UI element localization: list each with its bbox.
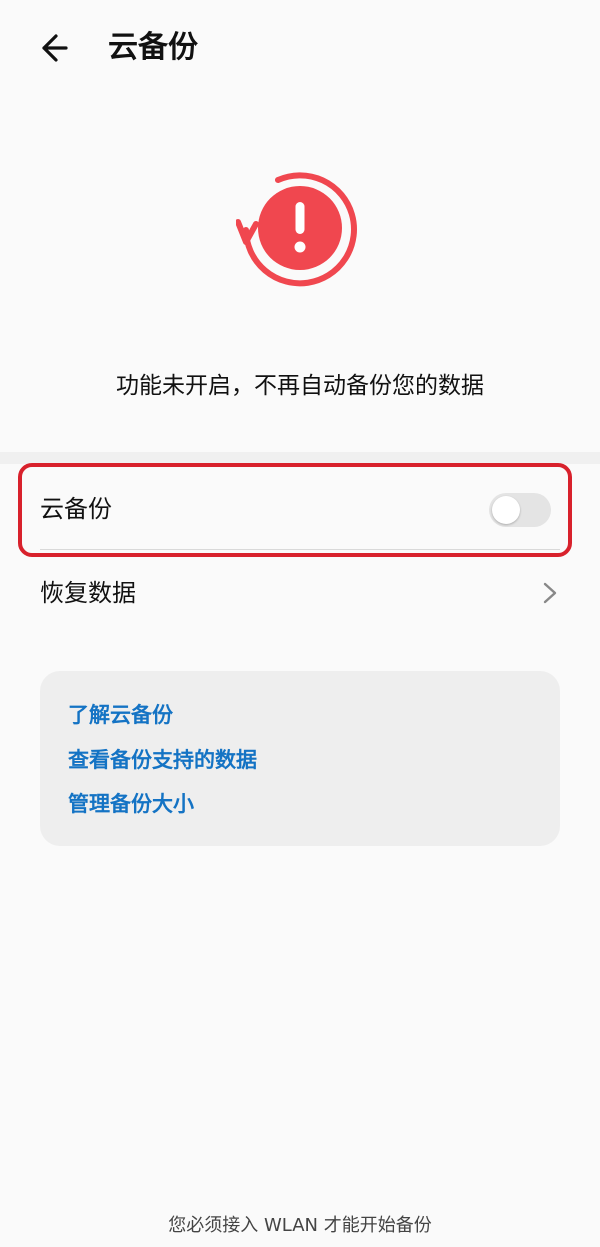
back-arrow-icon[interactable] xyxy=(36,28,80,68)
exclamation-sync-icon xyxy=(236,172,357,287)
page-title: 云备份 xyxy=(108,30,198,65)
learn-cloud-backup-link[interactable]: 了解云备份 xyxy=(68,699,173,731)
row-divider xyxy=(40,549,560,550)
restore-data-label: 恢复数据 xyxy=(40,579,136,607)
app-header: 云备份 xyxy=(0,0,600,100)
manage-backup-size-link[interactable]: 管理备份大小 xyxy=(68,788,194,820)
section-separator xyxy=(0,452,600,464)
status-message: 功能未开启，不再自动备份您的数据 xyxy=(116,373,484,399)
supported-data-link[interactable]: 查看备份支持的数据 xyxy=(68,744,257,776)
cloud-backup-toggle[interactable] xyxy=(489,493,551,527)
toggle-knob xyxy=(492,496,520,524)
footer-note: 您必须接入 WLAN 才能开始备份 xyxy=(168,1215,432,1236)
chevron-right-icon xyxy=(543,582,557,604)
cloud-backup-label: 云备份 xyxy=(40,495,112,523)
